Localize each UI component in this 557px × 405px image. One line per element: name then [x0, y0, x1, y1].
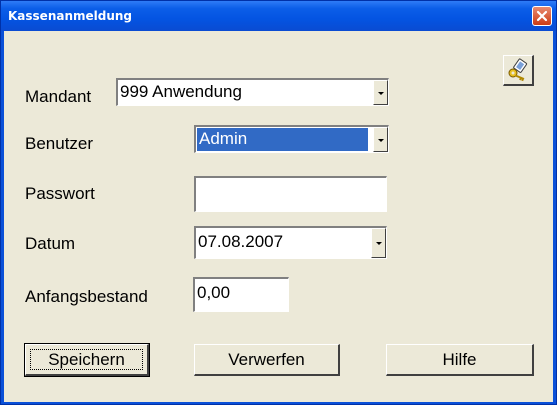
mandant-dropdown[interactable]: 999 Anwendung [116, 78, 389, 106]
discard-button-label: Verwerfen [228, 350, 305, 369]
login-dialog: Kassenanmeldung Mandant 999 Anwendung Be… [0, 0, 557, 405]
title-bar[interactable]: Kassenanmeldung [1, 1, 556, 31]
discard-button[interactable]: Verwerfen [194, 344, 340, 376]
datum-value: 07.08.2007 [198, 232, 284, 251]
key-login-icon [508, 58, 528, 82]
benutzer-dropdown[interactable]: Admin [194, 125, 389, 153]
dialog-body: Mandant 999 Anwendung Benutzer Admin Pas… [4, 31, 553, 402]
close-icon [536, 10, 548, 22]
close-button[interactable] [532, 6, 552, 26]
benutzer-dropdown-button[interactable] [373, 127, 388, 152]
help-button-label: Hilfe [442, 350, 477, 369]
benutzer-label: Benutzer [25, 134, 94, 153]
anfangsbestand-label: Anfangsbestand [25, 287, 148, 306]
help-button[interactable]: Hilfe [386, 344, 534, 376]
passwort-label: Passwort [25, 184, 95, 203]
save-button[interactable]: Speichern [24, 343, 150, 377]
datum-dropdown-button[interactable] [371, 228, 386, 258]
window-title: Kassenanmeldung [8, 9, 133, 23]
login-key-button[interactable] [503, 55, 534, 86]
benutzer-selection: Admin [197, 128, 368, 151]
anfangsbestand-value: 0,00 [197, 283, 231, 302]
mandant-label: Mandant [25, 87, 92, 106]
datum-label: Datum [25, 234, 76, 253]
chevron-down-icon [378, 138, 384, 142]
chevron-down-icon [376, 242, 382, 245]
focus-rectangle [30, 349, 143, 370]
datum-dropdown[interactable]: 07.08.2007 [194, 226, 387, 259]
benutzer-value: Admin [199, 129, 248, 148]
password-field[interactable] [194, 176, 387, 212]
chevron-down-icon [378, 91, 384, 95]
mandant-dropdown-button[interactable] [373, 80, 388, 105]
mandant-value: 999 Anwendung [120, 82, 242, 101]
anfangsbestand-field[interactable]: 0,00 [193, 277, 289, 312]
